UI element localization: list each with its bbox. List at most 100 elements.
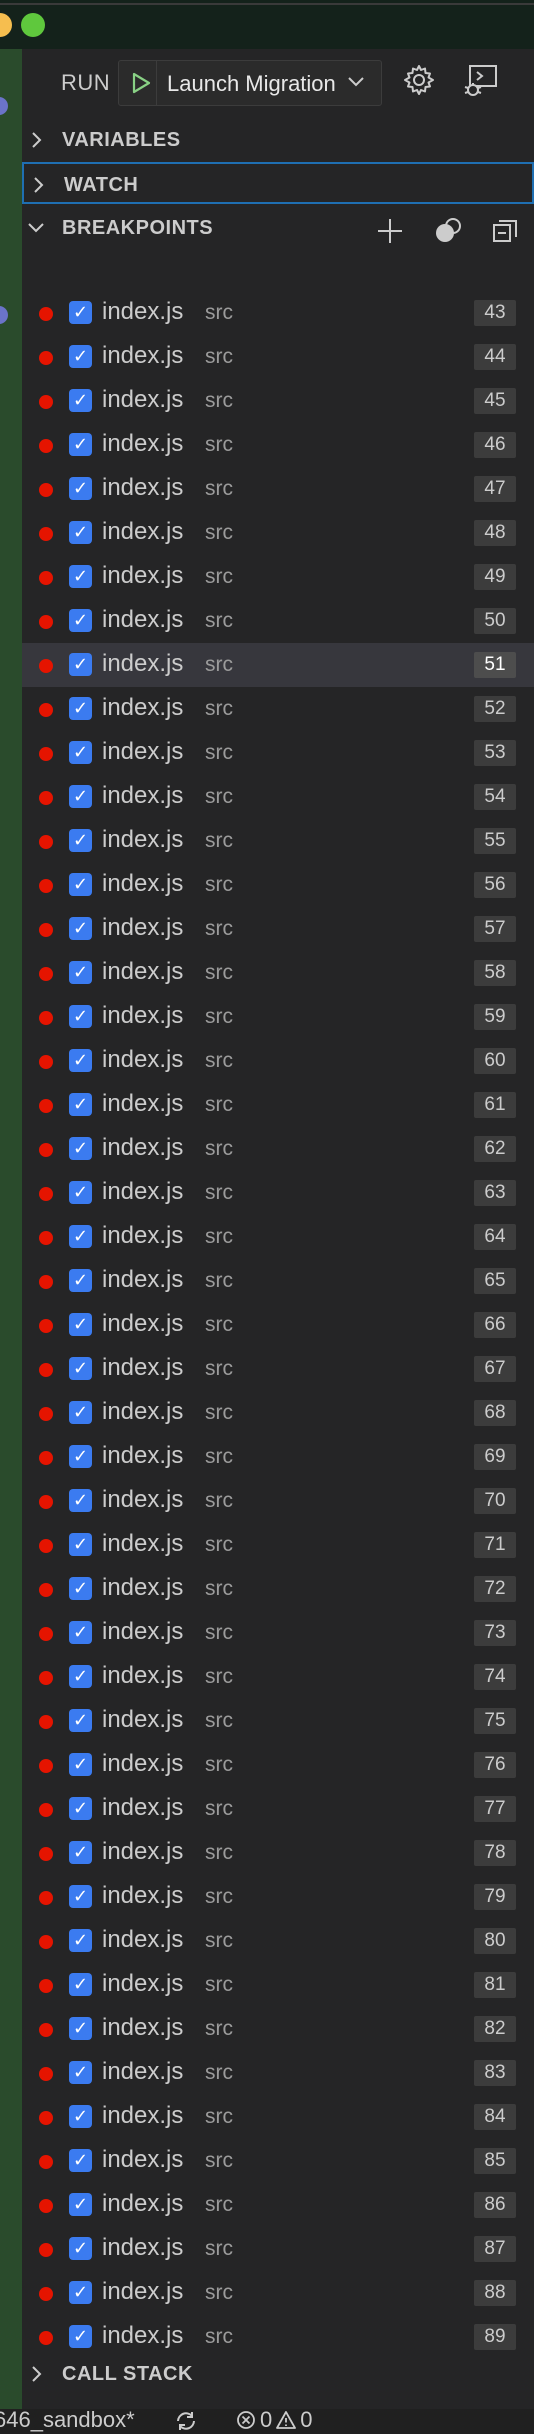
breakpoint-enabled-checkbox[interactable]: ✓: [69, 1929, 92, 1952]
breakpoint-enabled-checkbox[interactable]: ✓: [69, 2325, 92, 2348]
breakpoint-dot-icon[interactable]: [39, 1759, 53, 1773]
git-branch-status[interactable]: 646_sandbox*: [0, 2409, 135, 2433]
breakpoint-dot-icon[interactable]: [39, 1979, 53, 1993]
collapse-all-icon[interactable]: [490, 215, 522, 247]
breakpoint-enabled-checkbox[interactable]: ✓: [69, 785, 92, 808]
breakpoint-dot-icon[interactable]: [39, 967, 53, 981]
breakpoint-row[interactable]: ✓ index.js src 73: [22, 1611, 534, 1655]
breakpoint-enabled-checkbox[interactable]: ✓: [69, 1885, 92, 1908]
breakpoint-dot-icon[interactable]: [39, 1011, 53, 1025]
breakpoint-dot-icon[interactable]: [39, 747, 53, 761]
breakpoint-dot-icon[interactable]: [39, 923, 53, 937]
breakpoint-enabled-checkbox[interactable]: ✓: [69, 433, 92, 456]
breakpoint-enabled-checkbox[interactable]: ✓: [69, 301, 92, 324]
breakpoint-enabled-checkbox[interactable]: ✓: [69, 2149, 92, 2172]
breakpoint-enabled-checkbox[interactable]: ✓: [69, 565, 92, 588]
breakpoint-row[interactable]: ✓ index.js src 71: [22, 1523, 534, 1567]
breakpoint-dot-icon[interactable]: [39, 1583, 53, 1597]
breakpoint-enabled-checkbox[interactable]: ✓: [69, 1357, 92, 1380]
breakpoint-dot-icon[interactable]: [39, 1715, 53, 1729]
breakpoint-row[interactable]: ✓ index.js src 72: [22, 1567, 534, 1611]
problems-status[interactable]: 0 0: [236, 2409, 313, 2433]
breakpoint-dot-icon[interactable]: [39, 395, 53, 409]
breakpoint-row[interactable]: ✓ index.js src 68: [22, 1391, 534, 1435]
breakpoint-enabled-checkbox[interactable]: ✓: [69, 1797, 92, 1820]
breakpoint-row[interactable]: ✓ index.js src 83: [22, 2051, 534, 2095]
breakpoint-enabled-checkbox[interactable]: ✓: [69, 521, 92, 544]
breakpoint-row[interactable]: ✓ index.js src 54: [22, 775, 534, 819]
breakpoint-dot-icon[interactable]: [39, 2287, 53, 2301]
breakpoint-dot-icon[interactable]: [39, 2067, 53, 2081]
breakpoint-row[interactable]: ✓ index.js src 77: [22, 1787, 534, 1831]
breakpoint-row[interactable]: ✓ index.js src 50: [22, 599, 534, 643]
call-stack-section-header[interactable]: CALL STACK: [22, 2353, 534, 2395]
breakpoint-row[interactable]: ✓ index.js src 69: [22, 1435, 534, 1479]
breakpoint-dot-icon[interactable]: [39, 791, 53, 805]
breakpoint-row[interactable]: ✓ index.js src 58: [22, 951, 534, 995]
breakpoint-enabled-checkbox[interactable]: ✓: [69, 1313, 92, 1336]
breakpoint-dot-icon[interactable]: [39, 571, 53, 585]
breakpoint-row[interactable]: ✓ index.js src 45: [22, 379, 534, 423]
breakpoint-enabled-checkbox[interactable]: ✓: [69, 1093, 92, 1116]
breakpoint-dot-icon[interactable]: [39, 2243, 53, 2257]
breakpoint-enabled-checkbox[interactable]: ✓: [69, 345, 92, 368]
breakpoint-enabled-checkbox[interactable]: ✓: [69, 477, 92, 500]
breakpoint-row[interactable]: ✓ index.js src 87: [22, 2227, 534, 2271]
gear-icon[interactable]: [402, 63, 436, 97]
breakpoint-dot-icon[interactable]: [39, 1803, 53, 1817]
breakpoint-row[interactable]: ✓ index.js src 46: [22, 423, 534, 467]
breakpoint-dot-icon[interactable]: [39, 2331, 53, 2345]
breakpoint-row[interactable]: ✓ index.js src 57: [22, 907, 534, 951]
breakpoint-dot-icon[interactable]: [39, 1231, 53, 1245]
breakpoint-row[interactable]: ✓ index.js src 53: [22, 731, 534, 775]
breakpoint-row[interactable]: ✓ index.js src 70: [22, 1479, 534, 1523]
breakpoint-row[interactable]: ✓ index.js src 80: [22, 1919, 534, 1963]
breakpoint-enabled-checkbox[interactable]: ✓: [69, 1401, 92, 1424]
breakpoint-row[interactable]: ✓ index.js src 84: [22, 2095, 534, 2139]
debug-console-icon[interactable]: [463, 63, 499, 99]
breakpoint-dot-icon[interactable]: [39, 1935, 53, 1949]
plus-icon[interactable]: [374, 215, 406, 247]
breakpoint-dot-icon[interactable]: [39, 1319, 53, 1333]
breakpoint-row[interactable]: ✓ index.js src 62: [22, 1127, 534, 1171]
breakpoint-row[interactable]: ✓ index.js src 56: [22, 863, 534, 907]
breakpoint-row[interactable]: ✓ index.js src 43: [22, 291, 534, 335]
breakpoint-enabled-checkbox[interactable]: ✓: [69, 1049, 92, 1072]
breakpoint-dot-icon[interactable]: [39, 439, 53, 453]
breakpoint-enabled-checkbox[interactable]: ✓: [69, 917, 92, 940]
breakpoint-row[interactable]: ✓ index.js src 76: [22, 1743, 534, 1787]
breakpoint-row[interactable]: ✓ index.js src 61: [22, 1083, 534, 1127]
breakpoint-dot-icon[interactable]: [39, 1627, 53, 1641]
breakpoint-enabled-checkbox[interactable]: ✓: [69, 1445, 92, 1468]
breakpoint-row[interactable]: ✓ index.js src 44: [22, 335, 534, 379]
breakpoint-dot-icon[interactable]: [39, 483, 53, 497]
breakpoint-dot-icon[interactable]: [39, 1099, 53, 1113]
breakpoint-enabled-checkbox[interactable]: ✓: [69, 1753, 92, 1776]
maximize-window-button[interactable]: [21, 13, 45, 37]
breakpoint-dot-icon[interactable]: [39, 879, 53, 893]
breakpoint-enabled-checkbox[interactable]: ✓: [69, 609, 92, 632]
breakpoint-dot-icon[interactable]: [39, 1143, 53, 1157]
breakpoint-dot-icon[interactable]: [39, 1847, 53, 1861]
breakpoint-dot-icon[interactable]: [39, 835, 53, 849]
breakpoint-enabled-checkbox[interactable]: ✓: [69, 697, 92, 720]
breakpoint-row[interactable]: ✓ index.js src 86: [22, 2183, 534, 2227]
breakpoint-enabled-checkbox[interactable]: ✓: [69, 1621, 92, 1644]
breakpoint-enabled-checkbox[interactable]: ✓: [69, 741, 92, 764]
breakpoint-dot-icon[interactable]: [39, 1891, 53, 1905]
breakpoint-dot-icon[interactable]: [39, 1407, 53, 1421]
breakpoint-row[interactable]: ✓ index.js src 81: [22, 1963, 534, 2007]
breakpoint-row[interactable]: ✓ index.js src 48: [22, 511, 534, 555]
breakpoint-enabled-checkbox[interactable]: ✓: [69, 1489, 92, 1512]
breakpoint-row[interactable]: ✓ index.js src 52: [22, 687, 534, 731]
breakpoint-enabled-checkbox[interactable]: ✓: [69, 2105, 92, 2128]
breakpoint-dot-icon[interactable]: [39, 1055, 53, 1069]
breakpoint-enabled-checkbox[interactable]: ✓: [69, 2017, 92, 2040]
breakpoint-row[interactable]: ✓ index.js src 67: [22, 1347, 534, 1391]
breakpoint-dot-icon[interactable]: [39, 2111, 53, 2125]
breakpoint-dot-icon[interactable]: [39, 527, 53, 541]
sync-icon[interactable]: [174, 2410, 198, 2432]
breakpoint-row[interactable]: ✓ index.js src 51: [22, 643, 534, 687]
breakpoint-row[interactable]: ✓ index.js src 64: [22, 1215, 534, 1259]
breakpoint-dot-icon[interactable]: [39, 1451, 53, 1465]
